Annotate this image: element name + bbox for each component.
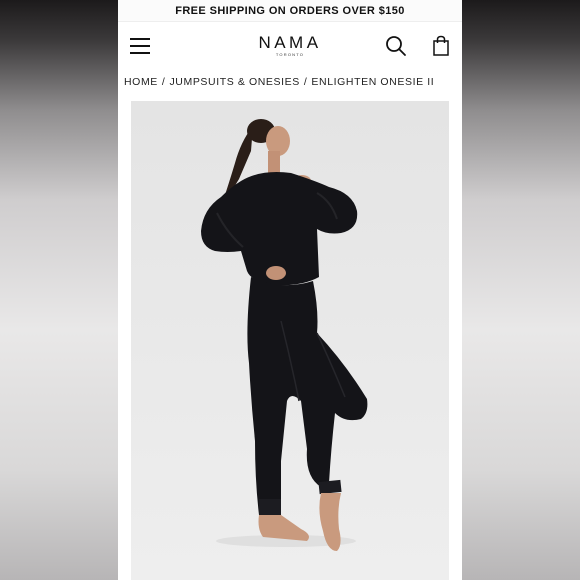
breadcrumb-current: ENLIGHTEN ONESIE II <box>311 76 435 88</box>
background-blur-left <box>0 0 118 580</box>
breadcrumb-separator: / <box>161 76 166 88</box>
mobile-page: FREE SHIPPING ON ORDERS OVER $150 NAMA T… <box>118 0 462 580</box>
promo-banner-text: FREE SHIPPING ON ORDERS OVER $150 <box>175 4 405 17</box>
logo-city: TORONTO <box>275 52 305 57</box>
search-icon[interactable] <box>385 35 407 57</box>
model-illustration <box>131 101 449 580</box>
breadcrumb: HOME / JUMPSUITS & ONESIES / ENLIGHTEN ONESI… <box>124 76 434 88</box>
site-header: NAMA TORONTO <box>118 22 462 70</box>
shopping-bag-icon[interactable] <box>432 35 450 57</box>
background-blur-right <box>462 0 580 580</box>
breadcrumb-category[interactable]: JUMPSUITS & ONESIES <box>169 76 299 88</box>
product-image[interactable] <box>131 101 449 580</box>
breadcrumb-home[interactable]: HOME <box>124 76 158 88</box>
breadcrumb-separator: / <box>303 76 308 88</box>
promo-banner: FREE SHIPPING ON ORDERS OVER $150 <box>118 0 462 22</box>
logo-wordmark: NAMA <box>258 33 322 52</box>
brand-logo[interactable]: NAMA TORONTO <box>118 34 462 58</box>
